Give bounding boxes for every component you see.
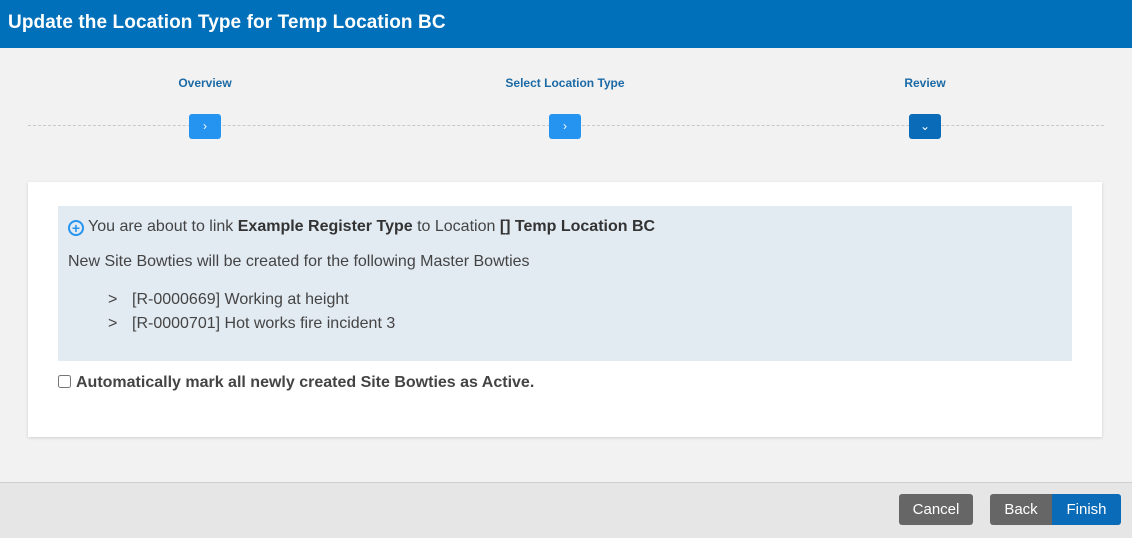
step-select-location-type-button[interactable]: › xyxy=(549,114,581,139)
step-review-button[interactable]: ⌄ xyxy=(909,114,941,139)
wizard-step-review: Review ⌄ xyxy=(825,48,1025,139)
location-name: [] Temp Location BC xyxy=(499,218,656,235)
list-item: > [R-0000701] Hot works fire incident 3 xyxy=(108,312,1062,336)
auto-active-option[interactable]: Automatically mark all newly created Sit… xyxy=(58,374,534,392)
step-overview-button[interactable]: › xyxy=(189,114,221,139)
bowties-subtitle: New Site Bowties will be created for the… xyxy=(68,253,530,270)
bowtie-name: [R-0000669] Working at height xyxy=(132,291,349,308)
register-type: Example Register Type xyxy=(237,218,413,235)
chevron-down-icon: ⌄ xyxy=(919,119,931,133)
bullet-arrow: > xyxy=(108,315,118,332)
plus-circle-icon: + xyxy=(68,220,84,236)
auto-active-checkbox[interactable] xyxy=(58,375,71,388)
chevron-right-icon: › xyxy=(203,119,207,133)
bowtie-name: [R-0000701] Hot works fire incident 3 xyxy=(132,315,396,332)
list-item: > [R-0000669] Working at height xyxy=(108,288,1062,312)
review-card: + You are about to link Example Register … xyxy=(28,182,1102,437)
step-label: Review xyxy=(904,76,946,90)
auto-active-label: Automatically mark all newly created Sit… xyxy=(76,374,535,391)
wizard-steps: Overview › Select Location Type › Review… xyxy=(0,48,1132,168)
bullet-arrow: > xyxy=(108,291,118,308)
finish-button[interactable]: Finish xyxy=(1052,494,1121,525)
dialog-title: Update the Location Type for Temp Locati… xyxy=(0,0,1132,48)
master-bowtie-list: > [R-0000669] Working at height > [R-00007… xyxy=(68,288,1062,336)
wizard-step-select-location-type: Select Location Type › xyxy=(465,48,665,139)
link-summary-box: + You are about to link Example Register … xyxy=(58,206,1072,361)
dialog-footer: Cancel Back Finish xyxy=(0,482,1132,538)
chevron-right-icon: › xyxy=(563,119,567,133)
step-label: Overview xyxy=(178,76,232,90)
back-button[interactable]: Back xyxy=(990,494,1052,525)
step-label: Select Location Type xyxy=(505,76,625,90)
wizard-step-overview: Overview › xyxy=(105,48,305,139)
cancel-button[interactable]: Cancel xyxy=(899,494,973,525)
link-summary-line: + You are about to link Example Register … xyxy=(68,218,1062,236)
